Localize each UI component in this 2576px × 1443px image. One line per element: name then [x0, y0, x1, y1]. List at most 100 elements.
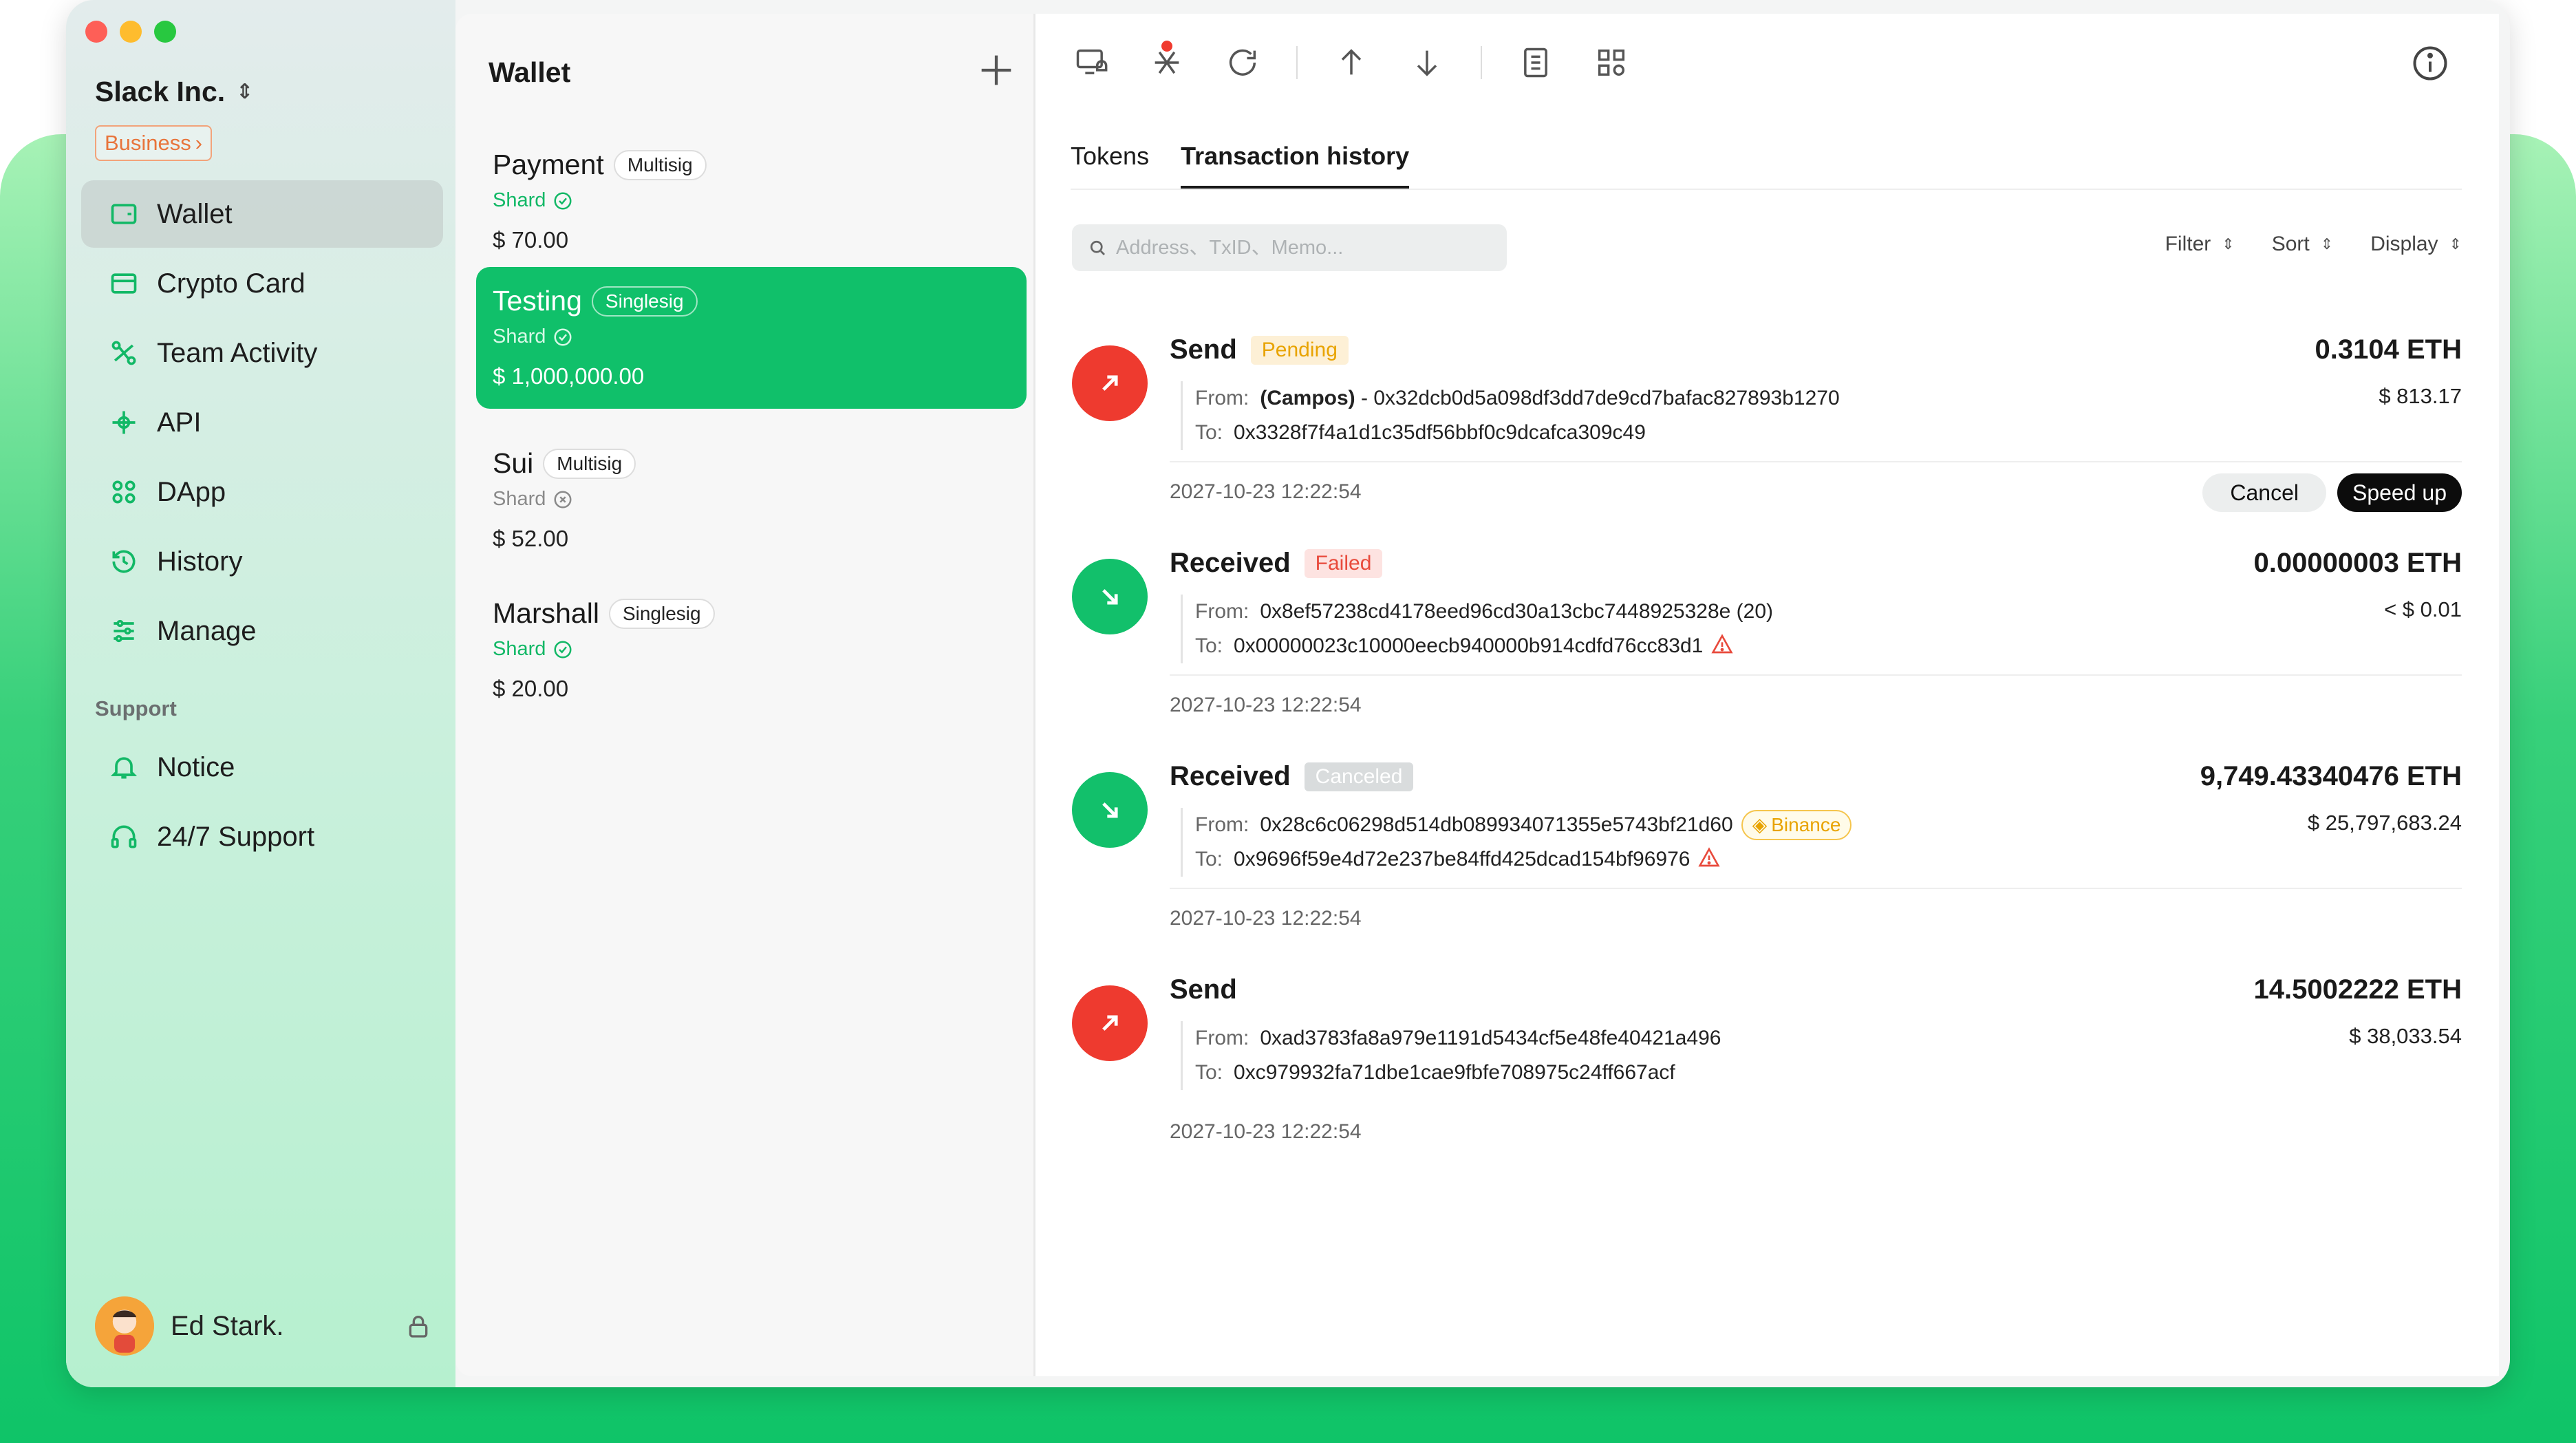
tx-fiat-value: $ 38,033.54: [2349, 1024, 2462, 1048]
cancel-button[interactable]: Cancel: [2202, 473, 2326, 512]
warning-icon: [1711, 634, 1733, 654]
exchange-label: Binance: [1771, 814, 1841, 835]
wallet-name: Payment: [493, 149, 604, 180]
headset-icon: [109, 822, 139, 852]
filter-dropdown[interactable]: Filter ⇕: [2165, 233, 2235, 256]
from-address[interactable]: 0x8ef57238cd4178eed96cd30a13cbc744892532…: [1260, 600, 1773, 623]
wallet-card-payment[interactable]: Payment Multisig Shard $ 70.00: [476, 131, 1027, 272]
zoom-window-button[interactable]: [154, 21, 176, 43]
sidebar-item-label: Team Activity: [157, 337, 318, 368]
from-address[interactable]: 0xad3783fa8a979e1191d5434cf5e48fe40421a4…: [1260, 1027, 1721, 1049]
sidebar-item-dapp[interactable]: DApp: [81, 458, 443, 526]
tx-addresses: From: 0xad3783fa8a979e1191d5434cf5e48fe40…: [1181, 1021, 1721, 1090]
to-address[interactable]: 0x3328f7f4a1d1c35df56bbf0c9dcafca309c49: [1234, 421, 1646, 444]
wallet-card-sui[interactable]: Sui Multisig Shard $ 52.00: [476, 429, 1027, 571]
team-activity-icon: [109, 338, 139, 368]
receive-button[interactable]: [1405, 41, 1449, 85]
transaction-row[interactable]: Send From: 0xad3783fa8a979e1191d5434cf5e4…: [1072, 961, 2462, 1174]
shard-label: Shard: [493, 189, 546, 211]
from-label: From:: [1195, 387, 1249, 409]
wallet-balance: $ 1,000,000.00: [493, 363, 645, 389]
to-address[interactable]: 0xc979932fa71dbe1cae9fbfe708975c24ff667a…: [1234, 1061, 1675, 1084]
minimize-window-button[interactable]: [120, 21, 142, 43]
lock-icon[interactable]: [405, 1312, 432, 1340]
sidebar-item-crypto-card[interactable]: Crypto Card: [81, 250, 443, 317]
tx-amount: 0.00000003 ETH: [2253, 548, 2462, 578]
wallet-card-marshall[interactable]: Marshall Singlesig Shard $ 20.00: [476, 579, 1027, 721]
wallet-card-testing[interactable]: Testing Singlesig Shard $ 1,000,000.00: [476, 267, 1027, 409]
check-circle-icon: [554, 192, 572, 209]
tx-fiat-value: $ 813.17: [2379, 384, 2462, 408]
exchange-tag: ◈ Binance: [1741, 810, 1852, 840]
wallet-icon: [109, 199, 139, 229]
search-input[interactable]: [1116, 236, 1501, 259]
send-button[interactable]: [1329, 41, 1373, 85]
sidebar-item-label: Notice: [157, 751, 235, 782]
sidebar-item-history[interactable]: History: [81, 528, 443, 595]
arrow-down-icon: [1417, 50, 1437, 76]
status-badge: Canceled: [1304, 762, 1414, 791]
dapp-icon: [109, 477, 139, 507]
sidebar-item-manage[interactable]: Manage: [81, 597, 443, 665]
tab-transaction-history[interactable]: Transaction history: [1181, 142, 1410, 189]
org-switcher[interactable]: Slack Inc. ⇕: [95, 76, 253, 108]
transaction-row[interactable]: Received Failed From: 0x8ef57238cd4178eed…: [1072, 534, 2462, 747]
wallet-balance: $ 52.00: [493, 526, 569, 551]
tx-fiat-value: < $ 0.01: [2384, 597, 2462, 621]
sidebar-item-team-activity[interactable]: Team Activity: [81, 319, 443, 387]
wallet-type-tag: Singlesig: [608, 598, 715, 629]
status-badge: Failed: [1304, 548, 1383, 578]
info-icon[interactable]: [2409, 43, 2451, 84]
wallet-type-tag: Multisig: [543, 448, 636, 479]
document-list-icon: [1524, 47, 1547, 78]
scan-button[interactable]: [1589, 41, 1633, 85]
to-label: To:: [1195, 634, 1223, 657]
user-profile[interactable]: Ed Stark.: [95, 1296, 432, 1356]
notification-dot: [1161, 41, 1172, 52]
wallet-balance: $ 20.00: [493, 676, 569, 701]
display-dropdown[interactable]: Display ⇕: [2370, 233, 2462, 256]
address-book-button[interactable]: [1514, 41, 1558, 85]
speed-up-button[interactable]: Speed up: [2337, 473, 2462, 512]
plan-badge[interactable]: Business ›: [95, 125, 213, 161]
from-address[interactable]: - 0x32dcb0d5a098df3dd7de9cd7bafac827893b…: [1361, 387, 1840, 409]
from-address[interactable]: 0x28c6c06298d514db089934071355e5743bf21d…: [1260, 813, 1732, 836]
sidebar-item-wallet[interactable]: Wallet: [81, 180, 443, 248]
main-content: Tokens Transaction history Filter ⇕ Sort ⇕…: [1036, 14, 2499, 1376]
chevron-updown-icon: ⇕: [236, 81, 254, 103]
support-section-label: Support: [95, 696, 177, 720]
refresh-icon: [1229, 49, 1256, 76]
tx-type: Received: [1170, 761, 1291, 791]
shard-status: Shard: [493, 189, 1010, 212]
support-nav: Notice 24/7 Support: [81, 734, 443, 873]
wallet-name: Sui: [493, 447, 534, 479]
close-window-button[interactable]: [85, 21, 107, 43]
filter-label: Filter: [2165, 233, 2211, 255]
app-window: Slack Inc. ⇕ Business › Wallet Crypto Ca…: [66, 0, 2510, 1387]
to-address[interactable]: 0x9696f59e4d72e237be84ffd425dcad154bf969…: [1234, 848, 1690, 870]
refresh-button[interactable]: [1221, 41, 1265, 85]
monitor-notify-button[interactable]: [1069, 41, 1113, 85]
add-wallet-icon[interactable]: [974, 48, 1018, 92]
from-label: From:: [1195, 600, 1249, 623]
transaction-row[interactable]: Received Canceled From: 0x28c6c06298d514d…: [1072, 747, 2462, 961]
tab-tokens[interactable]: Tokens: [1071, 142, 1149, 189]
tx-type: Send: [1170, 974, 1237, 1005]
tx-actions: Cancel Speed up: [2202, 473, 2462, 512]
list-controls: Filter ⇕ Sort ⇕ Display ⇕: [2165, 233, 2462, 256]
to-label: To:: [1195, 848, 1223, 870]
sidebar-item-api[interactable]: API: [81, 389, 443, 456]
tx-timestamp: 2027-10-23 12:22:54: [1170, 907, 1362, 930]
sort-dropdown[interactable]: Sort ⇕: [2272, 233, 2333, 256]
sidebar-item-support[interactable]: 24/7 Support: [81, 803, 443, 870]
bell-icon: [109, 752, 139, 782]
binance-icon: ◈: [1752, 814, 1768, 835]
sidebar-item-notice[interactable]: Notice: [81, 734, 443, 801]
chevron-updown-icon: ⇕: [2222, 235, 2235, 253]
to-label: To:: [1195, 421, 1223, 444]
to-address[interactable]: 0x00000023c10000eecb940000b914cdfd76cc83…: [1234, 634, 1703, 657]
search-box: [1072, 224, 1507, 271]
walletconnect-button[interactable]: [1145, 41, 1189, 85]
transaction-row[interactable]: Send Pending From: (Campos) - 0x32dcb0d5a…: [1072, 321, 2462, 534]
sort-label: Sort: [2271, 233, 2310, 255]
